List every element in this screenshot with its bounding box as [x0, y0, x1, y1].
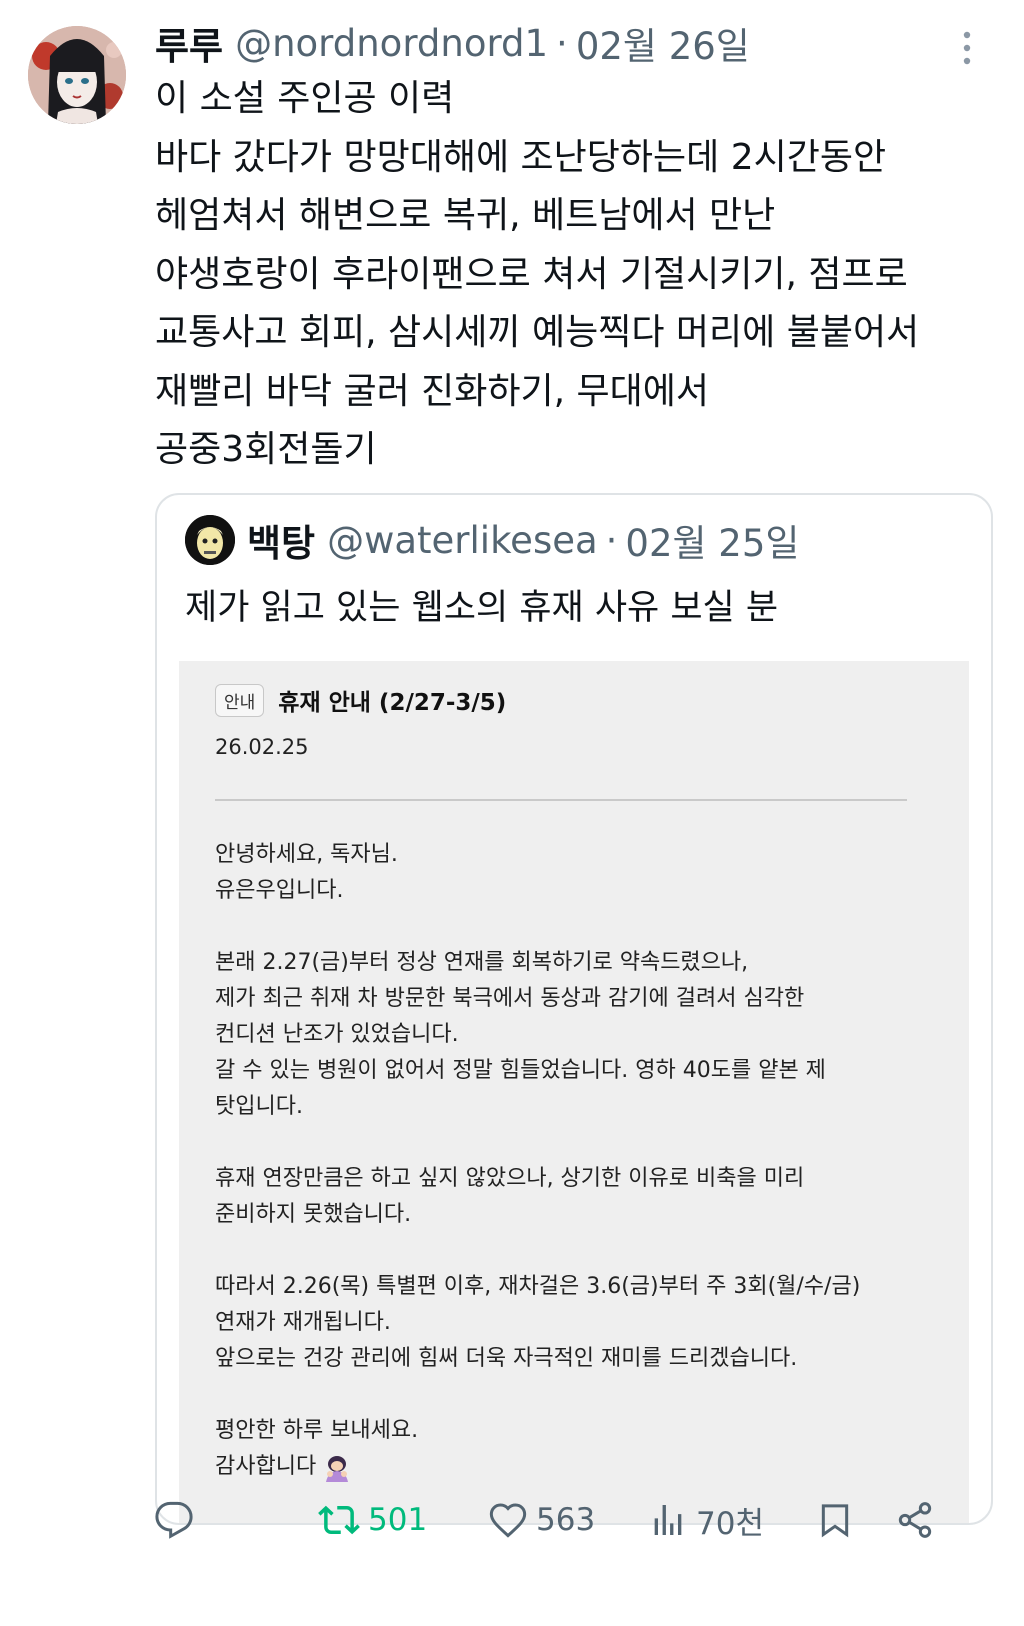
notice-line: 앞으로는 건강 관리에 힘써 더욱 자극적인 재미를 드리겠습니다.: [215, 1346, 798, 1371]
author-avatar[interactable]: [28, 26, 126, 124]
notice-line: 제가 최근 취재 차 방문한 북극에서 동상과 감기에 걸려서 심각한: [215, 986, 805, 1011]
quoted-header-separator: ·: [605, 518, 618, 562]
notice-line: 안녕하세요, 독자님.: [215, 842, 398, 867]
tweet-text-line: 공중3회전돌기: [155, 429, 377, 470]
tweet-text-line: 헤엄쳐서 해변으로 복귀, 베트남에서 만난: [155, 195, 776, 236]
quoted-tweet[interactable]: 백탕 @waterlikesea · 02월 25일 제가 읽고 있는 웹소의 …: [155, 493, 993, 1525]
notice-line: 따라서 2.26(목) 특별편 이후, 재차걸은 3.6(금)부터 주 3회(월…: [215, 1274, 861, 1299]
tweet-header: 루루 @nordnordnord1 · 02월 26일: [155, 16, 750, 70]
tweet-text-line: 야생호랑이 후라이팬으로 쳐서 기절시키기, 점프로: [155, 253, 908, 295]
quoted-author-name: 백탕: [247, 522, 316, 565]
notice-line: 평안한 하루 보내세요.: [215, 1418, 419, 1443]
retweet-count: 501: [368, 1502, 428, 1538]
share-button[interactable]: [895, 1490, 935, 1550]
notice-line: 휴재 연장만큼은 하고 싶지 않았으나, 상기한 이유로 비축을 미리: [215, 1166, 805, 1191]
notice-divider: [215, 799, 907, 801]
views-count: 70천: [696, 1505, 764, 1542]
notice-line: 갈 수 있는 병원이 없어서 정말 힘들었습니다. 영하 40도를 얕본 제: [215, 1058, 826, 1083]
notice-closing-line: 감사합니다: [215, 1449, 915, 1485]
tweet-date[interactable]: 02월 26일: [576, 16, 750, 70]
tweet-action-bar: 501 563 70천: [0, 1490, 1024, 1550]
notice-title: 휴재 안내 (2/27-3/5): [278, 690, 507, 716]
notice-closing: 감사합니다: [215, 1454, 317, 1479]
notice-line: 유은우입니다.: [215, 878, 344, 903]
bowing-person-emoji-icon: [322, 1452, 352, 1482]
reply-icon: [154, 1500, 194, 1540]
notice-line: 준비하지 못했습니다.: [215, 1202, 412, 1227]
notice-body: 안녕하세요, 독자님. 유은우입니다. 본래 2.27(금)부터 정상 연재를 …: [215, 837, 915, 1485]
notice-line: 본래 2.27(금)부터 정상 연재를 회복하기로 약속드렸으나,: [215, 950, 749, 975]
share-icon: [895, 1500, 935, 1540]
views-chart-icon: [648, 1500, 688, 1540]
notice-badge: 안내: [215, 683, 265, 717]
retweet-icon: [318, 1499, 360, 1541]
notice-line: [215, 1125, 915, 1161]
quoted-tweet-text: 제가 읽고 있는 웹소의 휴재 사유 보실 분: [185, 588, 779, 628]
tweet-text-line: 교통사고 회피, 삼시세끼 예능찍다 머리에 불붙어서: [155, 312, 920, 353]
more-options-icon[interactable]: [960, 30, 974, 66]
attached-notice-image[interactable]: 안내 휴재 안내 (2/27-3/5) 26.02.25 안녕하세요, 독자님.…: [179, 661, 969, 1523]
notice-line: [215, 909, 915, 945]
retweet-button[interactable]: 501: [318, 1490, 427, 1550]
notice-line: [215, 1233, 915, 1269]
tweet-text-line: 바다 갔다가 망망대해에 조난당하는데 2시간동안: [155, 136, 887, 178]
notice-line: [215, 1377, 915, 1413]
tweet-text: 이 소설 주인공 이력 바다 갔다가 망망대해에 조난당하는데 2시간동안 헤엄…: [155, 70, 995, 480]
reply-button[interactable]: [154, 1490, 194, 1550]
tweet-text-line: 이 소설 주인공 이력: [155, 78, 455, 119]
notice-line: 컨디션 난조가 있었습니다.: [215, 1022, 459, 1047]
like-count: 563: [536, 1502, 596, 1538]
quoted-tweet-header: 백탕 @waterlikesea · 02월 25일: [185, 511, 799, 569]
bookmark-icon: [815, 1500, 855, 1540]
quoted-tweet-date: 02월 25일: [625, 522, 800, 565]
bookmark-button[interactable]: [815, 1490, 855, 1550]
quoted-author-handle: @waterlikesea: [327, 518, 598, 562]
author-name[interactable]: 루루: [155, 16, 223, 70]
notice-date: 26.02.25: [215, 735, 309, 759]
tweet-text-line: 재빨리 바닥 굴러 진화하기, 무대에서: [155, 370, 710, 412]
like-button[interactable]: 563: [488, 1490, 595, 1550]
heart-icon: [488, 1500, 528, 1540]
views-button[interactable]: 70천: [648, 1490, 764, 1550]
quoted-author-avatar: [185, 515, 235, 565]
header-separator: ·: [556, 21, 568, 65]
notice-line: 연재가 재개됩니다.: [215, 1310, 391, 1335]
notice-line: 탓입니다.: [215, 1094, 303, 1119]
author-handle[interactable]: @nordnordnord1: [235, 22, 548, 65]
notice-title-row: 안내 휴재 안내 (2/27-3/5): [215, 683, 506, 717]
